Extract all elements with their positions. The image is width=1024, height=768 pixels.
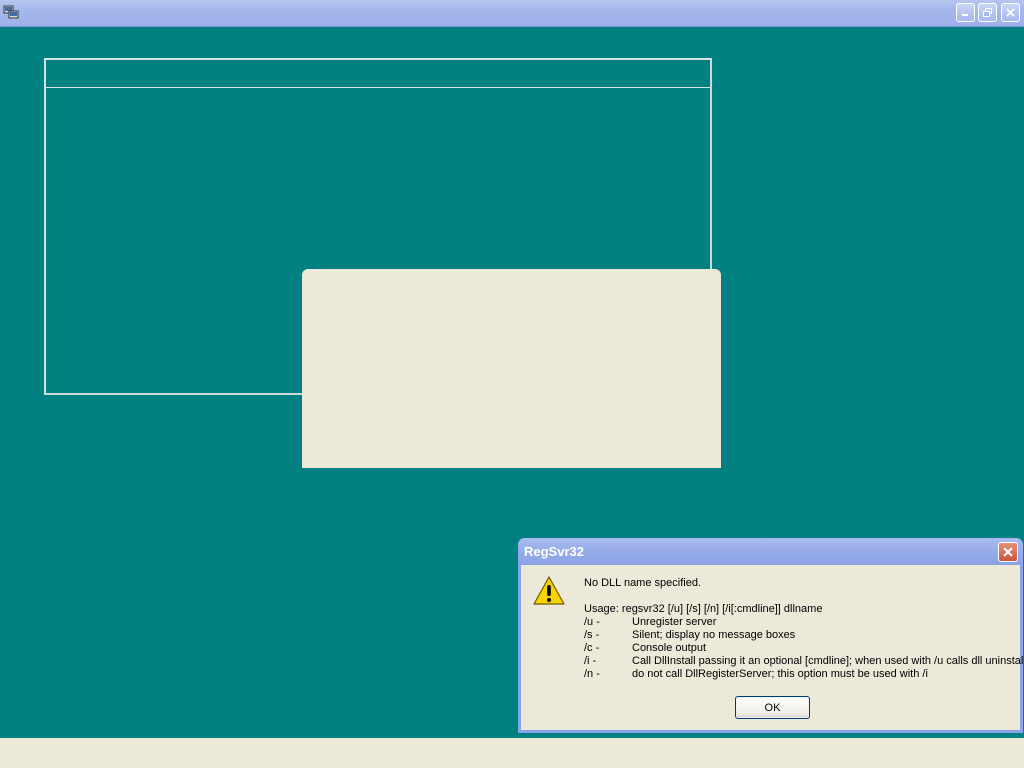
option-row: /s - Silent; display no message boxes	[584, 629, 1024, 642]
option-desc: do not call DllRegisterServer; this opti…	[632, 668, 928, 680]
option-desc: Console output	[632, 642, 706, 654]
option-key: /c -	[584, 642, 600, 654]
option-row: /n - do not call DllRegisterServer; this…	[584, 668, 1024, 681]
regsvr32-dialog: RegSvr32 No DLL name specified. Usage: r…	[518, 538, 1024, 733]
option-key: /n -	[584, 668, 600, 680]
warning-icon	[533, 575, 565, 607]
option-row: /i - Call DllInstall passing it an optio…	[584, 655, 1024, 668]
option-row: /c - Console output	[584, 642, 1024, 655]
option-desc: Silent; display no message boxes	[632, 629, 796, 641]
restore-icon	[983, 8, 992, 17]
usage-line: Usage: regsvr32 [/u] [/s] [/n] [/i[:cmdl…	[584, 603, 823, 615]
bottom-strip	[0, 738, 1024, 768]
window-close-button[interactable]	[1001, 3, 1020, 22]
window-title-bar	[0, 0, 1024, 27]
option-desc: Unregister server	[632, 616, 717, 628]
option-key: /i -	[584, 655, 597, 667]
dialog-message: No DLL name specified. Usage: regsvr32 […	[584, 577, 1024, 681]
option-key: /u -	[584, 616, 600, 628]
dialog-title-bar[interactable]: RegSvr32	[518, 538, 1023, 565]
close-icon	[1003, 547, 1013, 557]
frame-divider	[46, 87, 710, 88]
option-desc: Call DllInstall passing it an optional […	[632, 655, 1024, 667]
close-icon	[1006, 8, 1015, 17]
option-key: /s -	[584, 629, 600, 641]
blank-panel	[302, 269, 721, 468]
option-row: /u - Unregister server	[584, 616, 1024, 629]
minimize-icon	[962, 14, 968, 16]
restore-button[interactable]	[978, 3, 997, 22]
ok-button[interactable]: OK	[735, 696, 810, 719]
error-message: No DLL name specified.	[584, 577, 701, 589]
dialog-close-button[interactable]	[998, 542, 1018, 562]
minimize-button[interactable]	[956, 3, 975, 22]
regsvr-app-icon[interactable]	[3, 4, 19, 20]
dialog-title: RegSvr32	[524, 544, 584, 559]
